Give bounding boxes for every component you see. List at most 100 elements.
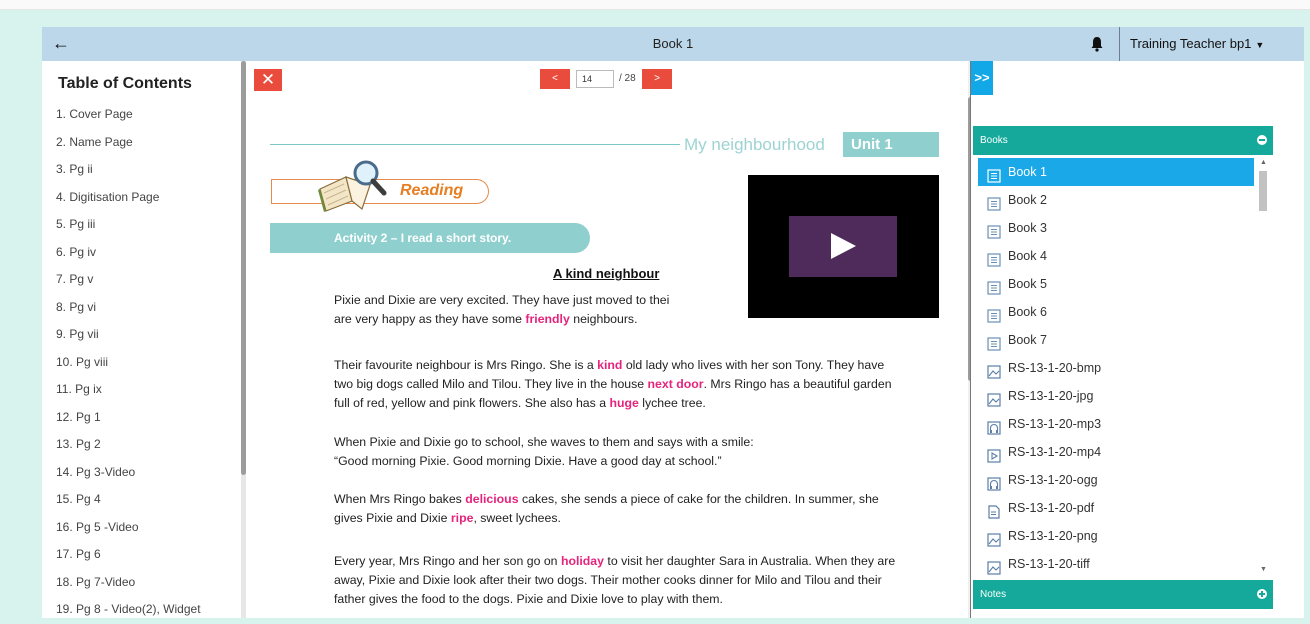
toc-item[interactable]: 4. Digitisation Page bbox=[42, 189, 240, 217]
book-item-label: RS-13-1-20-pdf bbox=[1008, 501, 1095, 515]
book-item-label: Book 1 bbox=[1008, 165, 1047, 179]
book-item-label: Book 5 bbox=[1008, 277, 1047, 291]
audio-icon bbox=[987, 473, 1001, 491]
toc-item[interactable]: 7. Pg v bbox=[42, 271, 240, 299]
story-text: Their favourite neighbour is Mrs Ringo. … bbox=[334, 358, 598, 372]
book-item[interactable]: Book 7 bbox=[978, 326, 1254, 354]
activity-banner: Activity 2 – I read a short story. bbox=[270, 223, 590, 253]
book-item[interactable]: RS-13-1-20-pdf bbox=[978, 494, 1254, 522]
story-text: When Pixie and Dixie go to school, she w… bbox=[334, 435, 754, 449]
reading-label: Reading bbox=[400, 182, 464, 199]
story-paragraph: When Pixie and Dixie go to school, she w… bbox=[334, 433, 900, 471]
toc-item[interactable]: 17. Pg 6 bbox=[42, 546, 240, 574]
story-text: Pixie and Dixie are very excited. They h… bbox=[334, 293, 670, 307]
book-item[interactable]: Book 2 bbox=[978, 186, 1254, 214]
notes-section-header[interactable]: Notes bbox=[973, 580, 1273, 609]
toc-item[interactable]: 6. Pg iv bbox=[42, 244, 240, 272]
books-scrollbar-thumb[interactable] bbox=[1259, 171, 1267, 211]
toc-item[interactable]: 5. Pg iii bbox=[42, 216, 240, 244]
book-item-label: RS-13-1-20-jpg bbox=[1008, 389, 1094, 403]
book-item[interactable]: RS-13-1-20-mp3 bbox=[978, 410, 1254, 438]
expand-section-icon[interactable] bbox=[1257, 589, 1267, 599]
book-item-label: Book 7 bbox=[1008, 333, 1047, 347]
video-icon bbox=[987, 445, 1001, 463]
vocabulary-word: next door bbox=[647, 377, 704, 391]
scroll-down-icon[interactable]: ▼ bbox=[1260, 566, 1267, 573]
toc-item[interactable]: 19. Pg 8 - Video(2), Widget bbox=[42, 601, 240, 618]
story-title: A kind neighbour bbox=[553, 266, 660, 281]
book-item[interactable]: RS-13-1-20-tiff bbox=[978, 550, 1254, 578]
vocabulary-word: ripe bbox=[450, 511, 474, 525]
book-item-active[interactable]: Book 1 bbox=[978, 158, 1254, 186]
toc-item[interactable]: 10. Pg viii bbox=[42, 354, 240, 382]
toc-item[interactable]: 13. Pg 2 bbox=[42, 436, 240, 464]
close-button[interactable]: ✕ bbox=[254, 69, 282, 91]
next-page-button[interactable]: > bbox=[642, 69, 672, 89]
book-item[interactable]: Book 4 bbox=[978, 242, 1254, 270]
story-paragraph: Their favourite neighbour is Mrs Ringo. … bbox=[334, 356, 900, 413]
unit-title: My neighbourhood bbox=[684, 135, 825, 154]
books-section-header[interactable]: Books bbox=[973, 126, 1273, 155]
unit-rule bbox=[270, 144, 680, 145]
book-item[interactable]: RS-13-1-20-ogg bbox=[978, 466, 1254, 494]
page-number-input[interactable] bbox=[576, 70, 614, 88]
books-scrollbar[interactable]: ▲ ▼ bbox=[1257, 157, 1269, 573]
book-magnifier-icon bbox=[318, 160, 387, 212]
back-arrow-icon[interactable]: ← bbox=[52, 33, 70, 54]
page-total: / 28 bbox=[619, 73, 636, 84]
image-icon bbox=[987, 361, 1001, 379]
toc-item[interactable]: 15. Pg 4 bbox=[42, 491, 240, 519]
book-icon bbox=[987, 249, 1001, 267]
story-text: lychee tree. bbox=[638, 396, 706, 410]
toc-item[interactable]: 12. Pg 1 bbox=[42, 409, 240, 437]
play-button[interactable] bbox=[789, 216, 897, 277]
book-item[interactable]: Book 6 bbox=[978, 298, 1254, 326]
toc-item[interactable]: 3. Pg ii bbox=[42, 161, 240, 189]
page-viewer: ✕ < / 28 > My neighbourhood Unit 1 Readi… bbox=[246, 61, 968, 618]
book-icon bbox=[987, 221, 1001, 239]
toc-item[interactable]: 8. Pg vi bbox=[42, 299, 240, 327]
collapse-sidebar-button[interactable]: >> bbox=[971, 61, 993, 95]
book-item-label: Book 3 bbox=[1008, 221, 1047, 235]
book-item[interactable]: Book 5 bbox=[978, 270, 1254, 298]
vocabulary-word: friendly bbox=[525, 312, 570, 326]
scroll-up-icon[interactable]: ▲ bbox=[1260, 159, 1267, 166]
book-item[interactable]: RS-13-1-20-mp4 bbox=[978, 438, 1254, 466]
book-item-label: RS-13-1-20-png bbox=[1008, 529, 1098, 543]
top-header: ← Book 1 Training Teacher bp1 ▼ bbox=[42, 27, 1304, 61]
book-item-label: Book 2 bbox=[1008, 193, 1047, 207]
collapse-section-icon[interactable] bbox=[1257, 135, 1267, 145]
unit-badge: Unit 1 bbox=[843, 132, 939, 157]
notes-section-label: Notes bbox=[980, 589, 1007, 600]
book-item-label: Book 4 bbox=[1008, 249, 1047, 263]
book-item[interactable]: RS-13-1-20-png bbox=[978, 522, 1254, 550]
video-player[interactable] bbox=[748, 175, 939, 318]
book-item[interactable]: Book 3 bbox=[978, 214, 1254, 242]
book-item-label: RS-13-1-20-bmp bbox=[1008, 361, 1102, 375]
vocabulary-word: kind bbox=[597, 358, 623, 372]
toc-item[interactable]: 11. Pg ix bbox=[42, 381, 240, 409]
chevron-down-icon: ▼ bbox=[1255, 40, 1265, 50]
table-of-contents: Table of Contents 1. Cover Page 2. Name P… bbox=[42, 61, 240, 618]
previous-page-button[interactable]: < bbox=[540, 69, 570, 89]
toc-item[interactable]: 18. Pg 7-Video bbox=[42, 574, 240, 602]
notification-bell-icon[interactable] bbox=[1090, 36, 1104, 52]
toc-item[interactable]: 2. Name Page bbox=[42, 134, 240, 162]
book-item[interactable]: RS-13-1-20-jpg bbox=[978, 382, 1254, 410]
user-menu[interactable]: Training Teacher bp1 ▼ bbox=[1130, 36, 1264, 51]
book-item[interactable]: RS-13-1-20-bmp bbox=[978, 354, 1254, 382]
toc-item[interactable]: 16. Pg 5 -Video bbox=[42, 519, 240, 547]
book-item-label: RS-13-1-20-ogg bbox=[1008, 473, 1098, 487]
audio-icon bbox=[987, 417, 1001, 435]
toc-item[interactable]: 1. Cover Page bbox=[42, 106, 240, 134]
book-item-label: RS-13-1-20-tiff bbox=[1008, 557, 1090, 571]
toc-item[interactable]: 9. Pg vii bbox=[42, 326, 240, 354]
toc-heading: Table of Contents bbox=[58, 75, 192, 92]
book-item-label: Book 6 bbox=[1008, 305, 1047, 319]
vocabulary-word: huge bbox=[609, 396, 639, 410]
book-title: Book 1 bbox=[652, 36, 694, 51]
browser-top-strip bbox=[0, 0, 1310, 10]
toc-item[interactable]: 14. Pg 3-Video bbox=[42, 464, 240, 492]
image-icon bbox=[987, 557, 1001, 575]
resources-sidebar: >> Books Book 1 Book 2 Book 3 Book 4 Book 5 B… bbox=[970, 61, 1304, 618]
